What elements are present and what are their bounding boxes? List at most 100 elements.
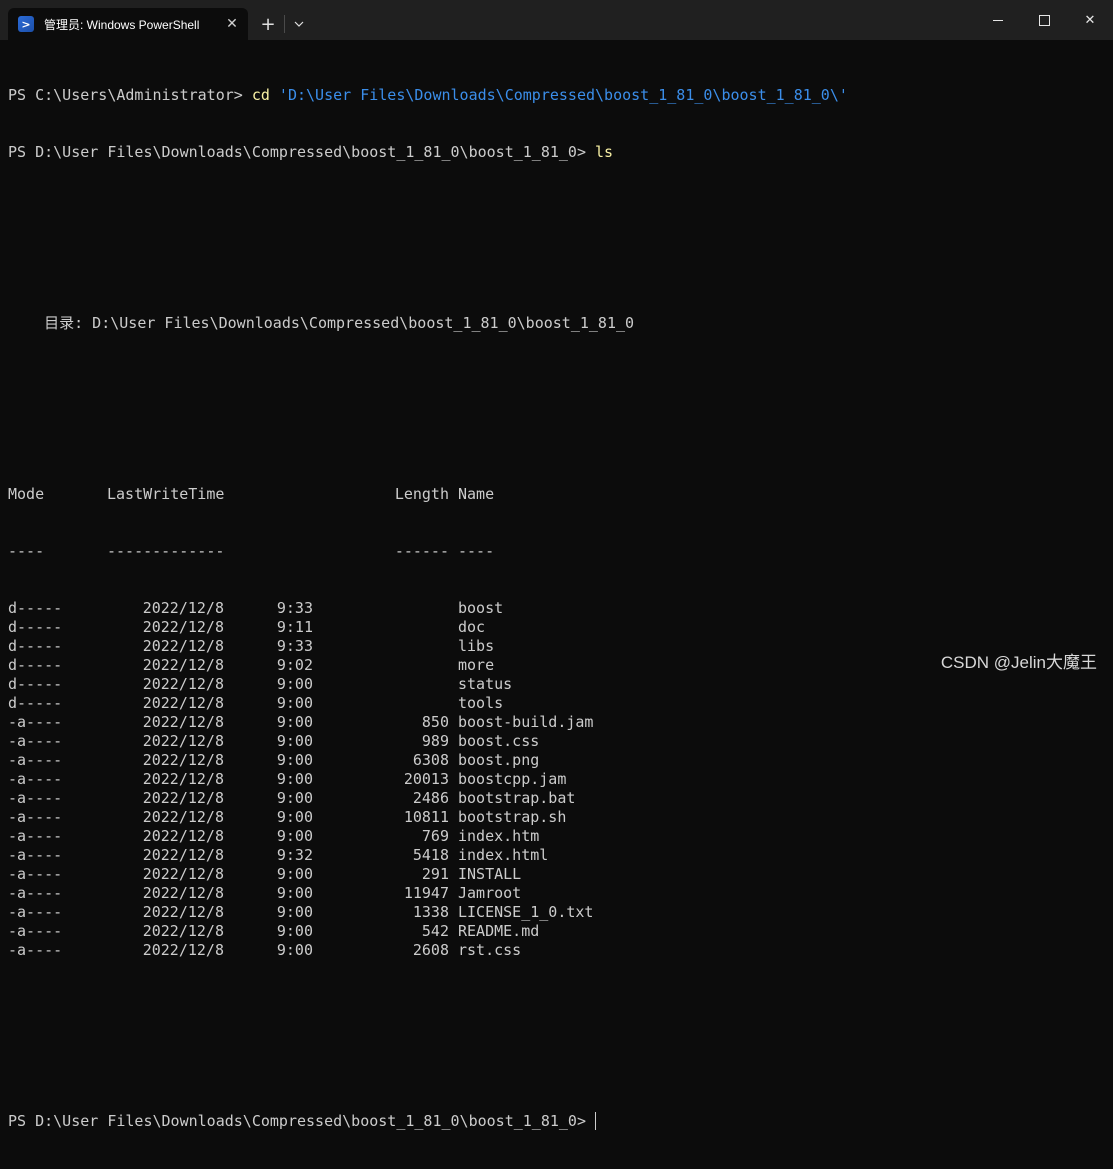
file-row: -a---- 2022/12/8 9:00 1338 LICENSE_1_0.txt xyxy=(8,903,1105,922)
minimize-button[interactable] xyxy=(975,0,1021,40)
file-date: 2022/12/8 xyxy=(142,846,224,864)
file-mode: -a---- xyxy=(8,789,63,807)
file-name: INSTALL xyxy=(458,865,522,883)
file-name: libs xyxy=(458,637,495,655)
file-row: -a---- 2022/12/8 9:00 850 boost-build.jam xyxy=(8,713,1105,732)
file-time: 9:00 xyxy=(276,903,313,921)
header-length: Length xyxy=(394,485,449,503)
command: ls xyxy=(595,143,614,161)
file-date: 2022/12/8 xyxy=(142,618,224,636)
file-name: boost.css xyxy=(458,732,540,750)
tab-title: 管理员: Windows PowerShell xyxy=(44,17,200,32)
file-row: -a---- 2022/12/8 9:00 10811 bootstrap.sh xyxy=(8,808,1105,827)
file-time: 9:00 xyxy=(276,751,313,769)
file-mode: -a---- xyxy=(8,713,63,731)
file-date: 2022/12/8 xyxy=(142,941,224,959)
file-time: 9:00 xyxy=(276,770,313,788)
file-mode: d----- xyxy=(8,599,63,617)
file-time: 9:02 xyxy=(276,656,313,674)
file-row: d----- 2022/12/8 9:00 status xyxy=(8,675,1105,694)
underline-lastwritetime: ------------- xyxy=(107,542,225,560)
file-time: 9:00 xyxy=(276,713,313,731)
file-name: Jamroot xyxy=(458,884,522,902)
underline-name: ---- xyxy=(458,542,495,560)
file-mode: -a---- xyxy=(8,884,63,902)
file-date: 2022/12/8 xyxy=(142,637,224,655)
file-name: bootstrap.bat xyxy=(458,789,576,807)
file-name: index.htm xyxy=(458,827,540,845)
file-length xyxy=(313,599,449,618)
file-name: LICENSE_1_0.txt xyxy=(458,903,594,921)
file-length: 11947 xyxy=(403,884,449,902)
tab-powershell[interactable]: > 管理员: Windows PowerShell ✕ xyxy=(8,8,248,40)
file-name: boost xyxy=(458,599,504,617)
file-length xyxy=(313,675,449,694)
command: cd xyxy=(251,86,270,104)
file-row: -a---- 2022/12/8 9:00 2608 rst.css xyxy=(8,941,1105,960)
file-mode: d----- xyxy=(8,656,63,674)
file-row: -a---- 2022/12/8 9:00 6308 boost.png xyxy=(8,751,1105,770)
file-time: 9:00 xyxy=(276,732,313,750)
command-line-2: PS D:\User Files\Downloads\Compressed\bo… xyxy=(8,143,1105,162)
file-date: 2022/12/8 xyxy=(142,903,224,921)
file-row: d----- 2022/12/8 9:33 boost xyxy=(8,599,1105,618)
watermark: CSDN @Jelin大魔王 xyxy=(940,653,1097,672)
file-date: 2022/12/8 xyxy=(142,751,224,769)
file-time: 9:00 xyxy=(276,789,313,807)
file-name: more xyxy=(458,656,495,674)
maximize-icon xyxy=(1038,14,1050,26)
file-date: 2022/12/8 xyxy=(142,808,224,826)
file-date: 2022/12/8 xyxy=(142,656,224,674)
file-length xyxy=(313,694,449,713)
file-row: -a---- 2022/12/8 9:32 5418 index.html xyxy=(8,846,1105,865)
file-mode: d----- xyxy=(8,618,63,636)
maximize-button[interactable] xyxy=(1021,0,1067,40)
file-date: 2022/12/8 xyxy=(142,732,224,750)
file-time: 9:00 xyxy=(276,884,313,902)
file-mode: -a---- xyxy=(8,827,63,845)
file-name: boostcpp.jam xyxy=(458,770,567,788)
file-length: 20013 xyxy=(403,770,449,788)
file-mode: -a---- xyxy=(8,751,63,769)
file-length: 5418 xyxy=(412,846,449,864)
header-name: Name xyxy=(458,485,495,503)
underline-length: ------ xyxy=(394,542,449,560)
underline-mode: ---- xyxy=(8,542,45,560)
file-row: -a---- 2022/12/8 9:00 989 boost.css xyxy=(8,732,1105,751)
file-mode: -a---- xyxy=(8,922,63,940)
file-time: 9:00 xyxy=(276,941,313,959)
prompt: PS C:\Users\Administrator> xyxy=(8,86,252,104)
file-row: -a---- 2022/12/8 9:00 769 index.htm xyxy=(8,827,1105,846)
terminal-window: > 管理员: Windows PowerShell ✕ + ✕ PS C:\Us… xyxy=(0,0,1113,1130)
file-row: -a---- 2022/12/8 9:00 2486 bootstrap.bat xyxy=(8,789,1105,808)
file-row: d----- 2022/12/8 9:00 tools xyxy=(8,694,1105,713)
file-date: 2022/12/8 xyxy=(142,827,224,845)
file-date: 2022/12/8 xyxy=(142,922,224,940)
new-tab-button[interactable]: + xyxy=(252,8,284,40)
file-mode: d----- xyxy=(8,694,63,712)
file-date: 2022/12/8 xyxy=(142,865,224,883)
file-time: 9:00 xyxy=(276,694,313,712)
file-time: 9:00 xyxy=(276,808,313,826)
prompt: PS D:\User Files\Downloads\Compressed\bo… xyxy=(8,1112,586,1130)
file-mode: -a---- xyxy=(8,865,63,883)
file-time: 9:00 xyxy=(276,922,313,940)
file-name: boost.png xyxy=(458,751,540,769)
file-row: -a---- 2022/12/8 9:00 20013 boostcpp.jam xyxy=(8,770,1105,789)
tab-close-icon[interactable]: ✕ xyxy=(220,12,244,36)
file-length: 769 xyxy=(421,827,449,845)
command-line-1: PS C:\Users\Administrator> cd 'D:\User F… xyxy=(8,86,1105,105)
file-length: 542 xyxy=(421,922,449,940)
file-date: 2022/12/8 xyxy=(142,694,224,712)
file-mode: -a---- xyxy=(8,846,63,864)
close-button[interactable]: ✕ xyxy=(1067,0,1113,40)
file-time: 9:33 xyxy=(276,599,313,617)
chevron-down-icon[interactable] xyxy=(285,8,313,40)
file-date: 2022/12/8 xyxy=(142,789,224,807)
terminal-output[interactable]: PS C:\Users\Administrator> cd 'D:\User F… xyxy=(8,48,1105,1130)
file-row: d----- 2022/12/8 9:11 doc xyxy=(8,618,1105,637)
prompt: PS D:\User Files\Downloads\Compressed\bo… xyxy=(8,143,595,161)
header-lastwritetime: LastWriteTime xyxy=(107,485,225,503)
file-name: README.md xyxy=(458,922,540,940)
file-mode: -a---- xyxy=(8,941,63,959)
